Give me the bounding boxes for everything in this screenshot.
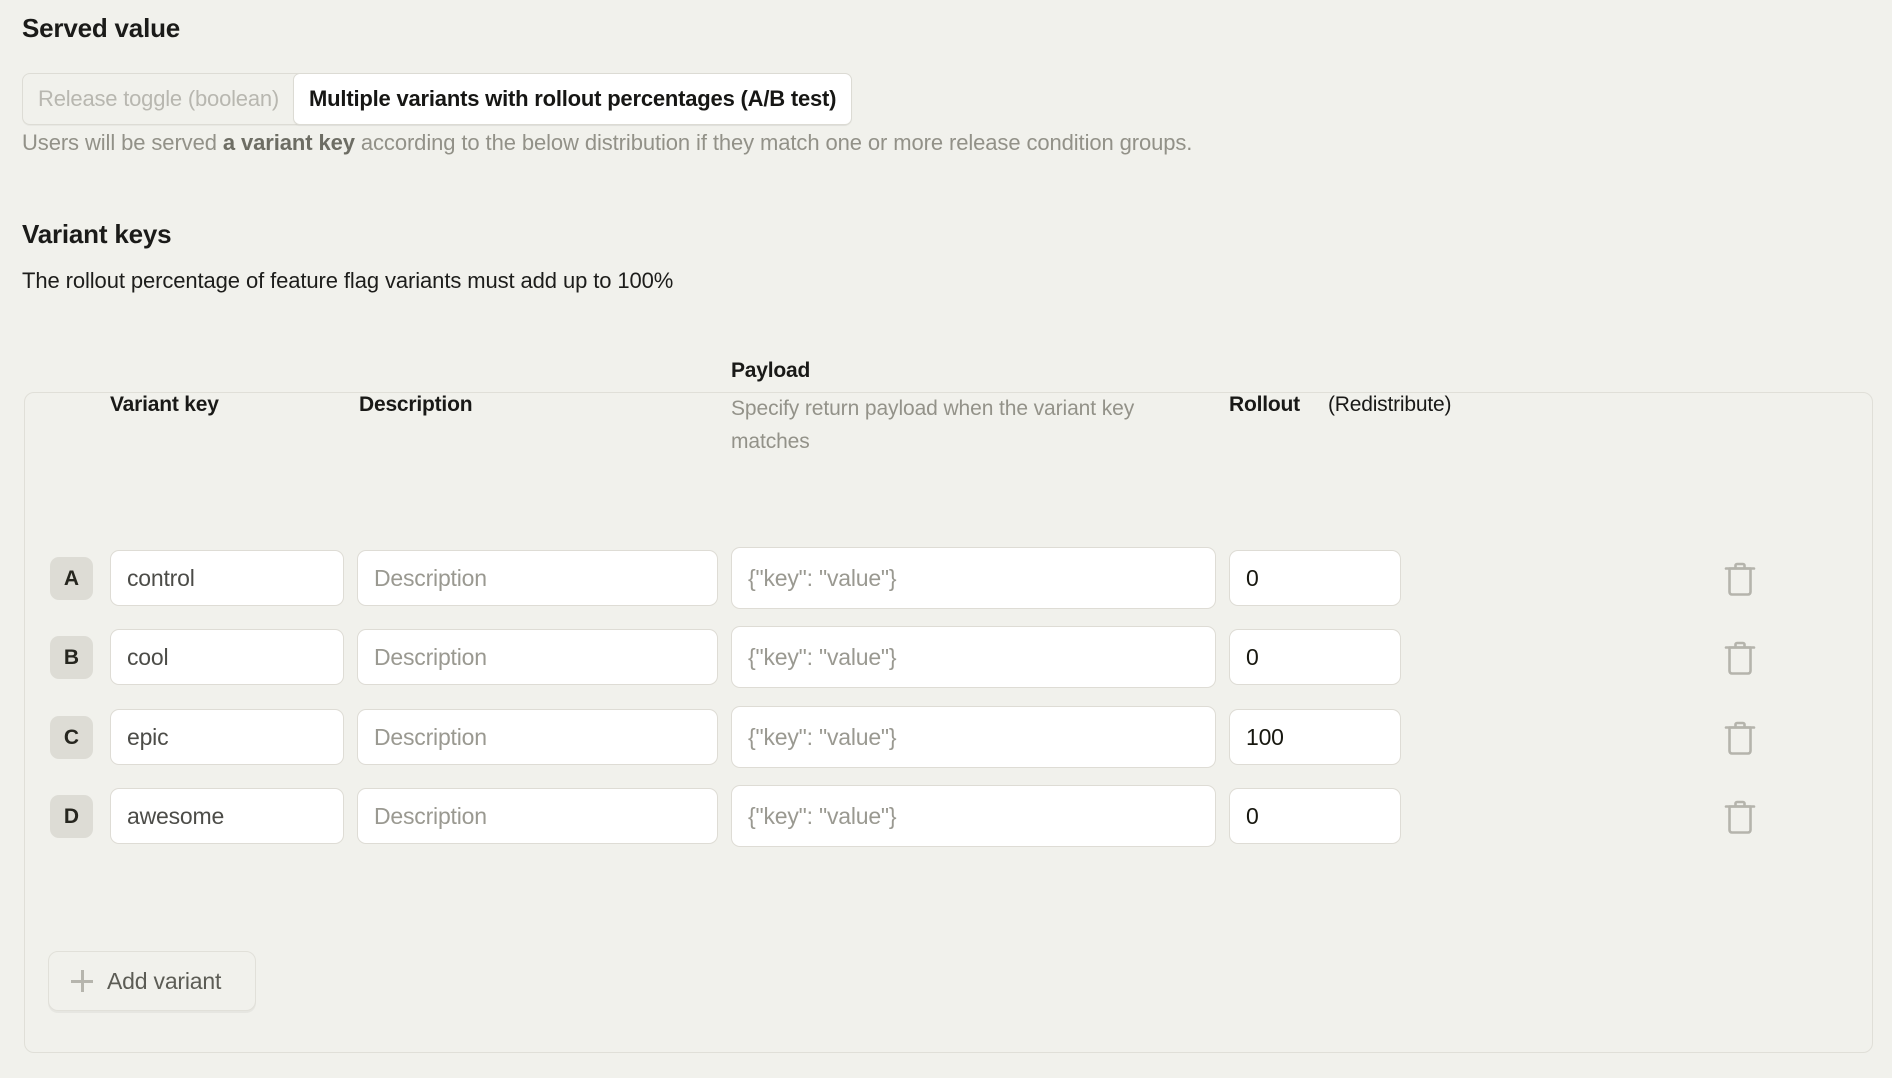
segment-release-toggle[interactable]: Release toggle (boolean) [23,74,294,124]
variant-key-input-a[interactable]: control [110,550,344,606]
variant-badge-b: B [50,636,93,679]
variant-payload-input-b[interactable]: {"key": "value"} [731,626,1216,688]
column-header-rollout: Rollout [1229,393,1300,416]
variant-payload-input-c[interactable]: {"key": "value"} [731,706,1216,768]
served-value-title: Served value [22,13,181,43]
variant-rollout-input-c[interactable]: 100 [1229,709,1401,765]
variant-key-input-b[interactable]: cool [110,629,344,685]
variant-description-input-c[interactable]: Description [357,709,718,765]
redistribute-link[interactable]: (Redistribute) [1328,393,1451,417]
served-value-description-suffix: according to the below distribution if t… [354,130,1193,155]
variant-payload-input-d[interactable]: {"key": "value"} [731,785,1216,847]
trash-icon[interactable] [1723,560,1757,598]
served-value-description-strong: a variant key [222,130,355,155]
variant-rollout-input-d[interactable]: 0 [1229,788,1401,844]
trash-icon[interactable] [1723,719,1757,757]
segment-multiple-variants[interactable]: Multiple variants with rollout percentag… [293,73,853,125]
column-header-description: Description [359,393,473,416]
variant-badge-c: C [50,716,93,759]
served-value-segmented-control[interactable]: Release toggle (boolean) Multiple varian… [22,73,853,125]
variant-description-input-b[interactable]: Description [357,629,718,685]
served-value-description: Users will be served a variant key accor… [22,130,1192,156]
add-variant-label: Add variant [107,967,222,994]
column-header-payload: Payload [731,359,811,382]
variant-badge-a: A [50,557,93,600]
column-header-payload-subtext: Specify return payload when the variant … [731,397,1135,453]
variant-description-input-a[interactable]: Description [357,550,718,606]
add-variant-button[interactable]: Add variant [48,951,256,1011]
variant-rollout-input-b[interactable]: 0 [1229,629,1401,685]
variant-badge-d: D [50,795,93,838]
served-value-description-prefix: Users will be served [22,130,223,155]
variant-payload-input-a[interactable]: {"key": "value"} [731,547,1216,609]
variant-description-input-d[interactable]: Description [357,788,718,844]
column-header-variant-key: Variant key [110,393,219,416]
variant-key-input-d[interactable]: awesome [110,788,344,844]
plus-icon [71,970,93,992]
trash-icon[interactable] [1723,639,1757,677]
variant-keys-title: Variant keys [22,219,172,249]
variant-key-input-c[interactable]: epic [110,709,344,765]
variant-rollout-input-a[interactable]: 0 [1229,550,1401,606]
trash-icon[interactable] [1723,798,1757,836]
variant-keys-description: The rollout percentage of feature flag v… [22,268,674,293]
